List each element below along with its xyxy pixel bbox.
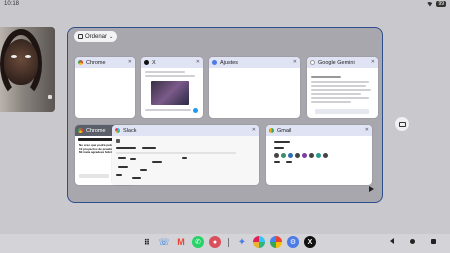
sort-button[interactable]: Ordenar ⌄ — [74, 31, 118, 42]
status-time: 10:18 — [4, 1, 20, 7]
card-title: X — [152, 59, 156, 66]
slack-icon — [115, 128, 120, 133]
window-card-x[interactable]: X ✕ — [141, 57, 203, 118]
card-title: Gmail — [277, 127, 292, 134]
settings-icon[interactable]: ⚙ — [287, 236, 299, 248]
x-icon — [144, 60, 149, 65]
photos-icon[interactable] — [270, 236, 282, 248]
x-icon[interactable]: X — [304, 236, 316, 248]
chrome-icon — [78, 128, 83, 133]
card-title: Slack — [123, 127, 137, 134]
side-panel-button[interactable] — [395, 117, 409, 131]
gmail-icon — [269, 128, 274, 133]
card-header: Ajustes ✕ — [209, 57, 300, 68]
slack-icon[interactable] — [253, 236, 265, 248]
window-card-chrome[interactable]: Chrome ✕ — [75, 57, 135, 118]
close-icon[interactable]: ✕ — [365, 127, 369, 133]
gemini-icon[interactable]: ✦ — [236, 236, 248, 248]
chevron-down-icon: ⌄ — [109, 33, 114, 40]
eye-left — [11, 55, 17, 58]
close-icon[interactable]: ✕ — [128, 59, 132, 65]
home-icon[interactable] — [410, 238, 415, 244]
card-title: Chrome — [86, 59, 106, 66]
chrome-icon — [78, 60, 83, 65]
window-handle[interactable] — [48, 95, 52, 99]
card-preview — [266, 136, 372, 185]
sort-icon — [78, 34, 83, 39]
card-header: X ✕ — [141, 57, 203, 68]
window-card-google-gemini[interactable]: Google Gemini ✕ — [307, 57, 378, 118]
whatsapp-icon[interactable]: ✆ — [192, 236, 204, 248]
avatar-app-icon[interactable]: ● — [209, 236, 221, 248]
card-preview — [112, 136, 259, 185]
status-bar: 10:18 99 — [0, 0, 450, 10]
eye-right — [25, 55, 31, 58]
navigation-bar — [390, 238, 436, 244]
card-header: Gmail ✕ — [266, 125, 372, 136]
battery-icon: 99 — [436, 1, 446, 7]
window-card-gmail[interactable]: Gmail ✕ — [266, 125, 372, 185]
settings-icon — [212, 60, 217, 65]
status-icons: 99 — [426, 1, 446, 7]
dock-separator — [228, 237, 229, 247]
desk-overview-panel: Ordenar ⌄ Chrome ✕ X ✕ Ajustes ✕ Google … — [67, 27, 383, 203]
card-header: Chrome ✕ — [75, 57, 135, 68]
card-title: Ajustes — [220, 59, 239, 66]
card-title: Google Gemini — [318, 59, 355, 66]
launcher-icon[interactable]: ⠿ — [141, 236, 153, 248]
wifi-icon — [426, 1, 434, 7]
card-preview — [307, 68, 378, 118]
window-icon — [398, 121, 406, 127]
card-header: Slack ✕ — [112, 125, 259, 136]
camera-subject-face — [4, 39, 38, 85]
tweet-image — [151, 81, 189, 105]
close-icon[interactable]: ✕ — [293, 59, 297, 65]
card-preview — [209, 68, 300, 118]
floating-camera-window[interactable] — [0, 27, 55, 112]
card-preview — [75, 68, 135, 118]
back-icon[interactable] — [390, 238, 394, 244]
card-header: Google Gemini ✕ — [307, 57, 378, 68]
close-icon[interactable]: ✕ — [196, 59, 200, 65]
play-icon[interactable] — [369, 186, 374, 192]
close-icon[interactable]: ✕ — [371, 59, 375, 65]
dock: ⠿ ☏ M ✆ ● ✦ ⚙ X — [141, 236, 316, 248]
card-title: Chrome — [86, 127, 106, 134]
window-card-slack[interactable]: Slack ✕ — [112, 125, 259, 185]
gmail-icon[interactable]: M — [175, 236, 187, 248]
recents-icon[interactable] — [431, 238, 436, 244]
compose-icon — [193, 108, 198, 113]
card-preview — [141, 68, 203, 118]
phone-icon[interactable]: ☏ — [158, 236, 170, 248]
google-icon — [310, 60, 315, 65]
window-card-ajustes[interactable]: Ajustes ✕ — [209, 57, 300, 118]
sort-label: Ordenar — [85, 33, 108, 40]
close-icon[interactable]: ✕ — [252, 127, 256, 133]
